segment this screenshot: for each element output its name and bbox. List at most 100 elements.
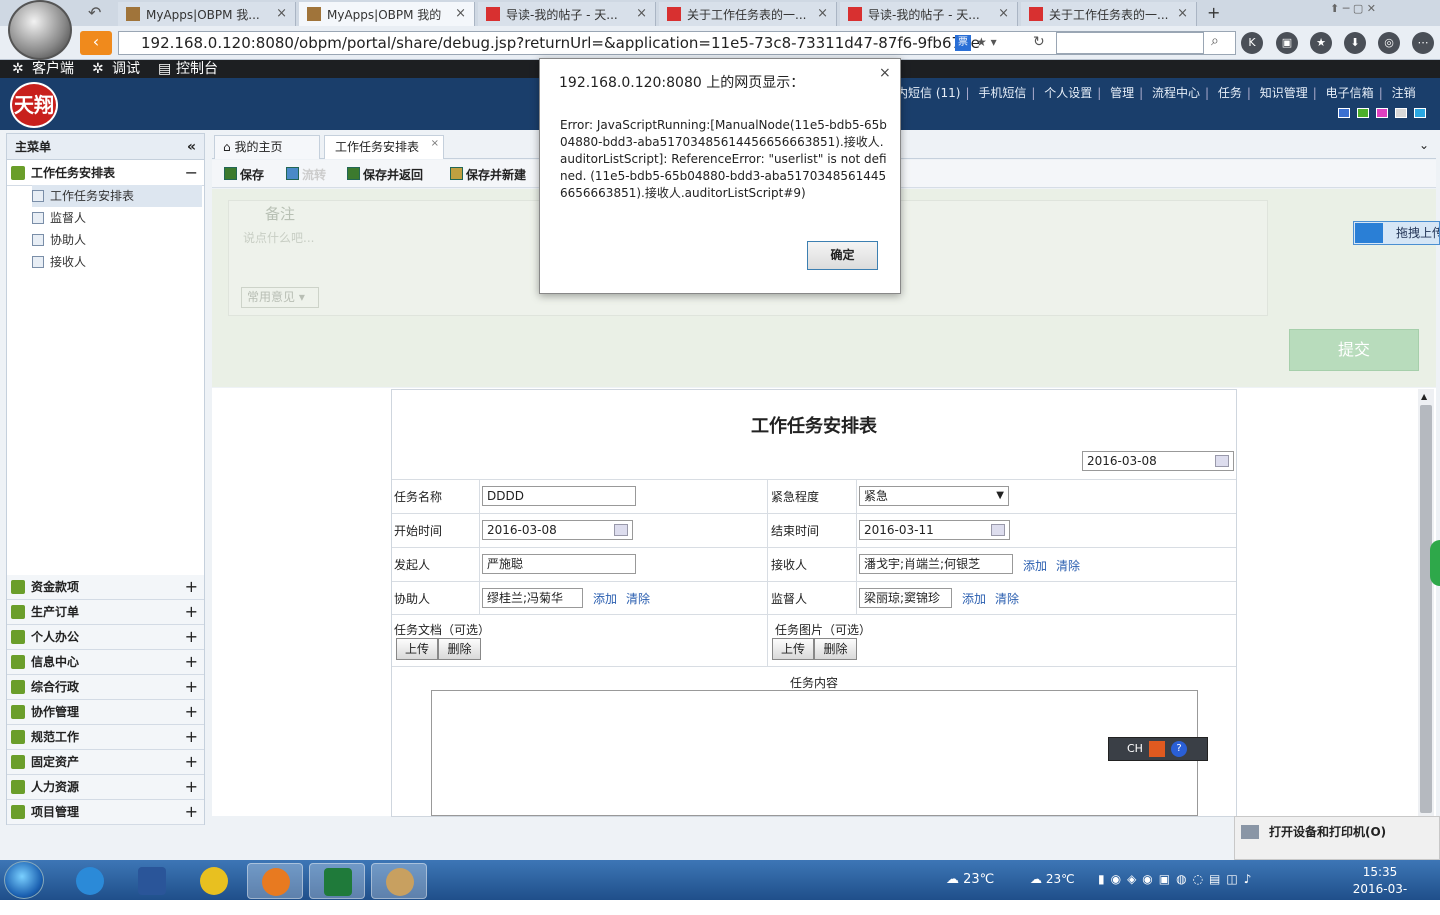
word-icon[interactable] [124, 863, 180, 899]
minus-icon[interactable]: − [185, 161, 198, 185]
sidebar-group-personal[interactable]: 个人办公 + [7, 625, 204, 650]
calendar-icon[interactable] [991, 524, 1005, 536]
start-date-input[interactable]: 2016-03-08 [482, 520, 633, 540]
ok-button[interactable]: 确定 [807, 241, 878, 270]
supervisor-clear-link[interactable]: 清除 [995, 590, 1019, 607]
refresh-icon[interactable]: ↻ [1033, 34, 1045, 50]
search-icon[interactable]: ⌕ [1211, 33, 1219, 49]
supervisor-input[interactable]: 梁丽琼;窦锦珍 [859, 588, 952, 608]
img-upload-button[interactable]: 上传 [772, 638, 814, 660]
sidebar-group-projects[interactable]: 项目管理 + [7, 800, 204, 825]
plus-icon[interactable]: + [185, 750, 198, 774]
nav-mailbox[interactable]: 电子信箱 [1326, 86, 1374, 100]
sidebar-item-receiver[interactable]: 接收人 [32, 251, 86, 273]
sidebar-group-info[interactable]: 信息中心 + [7, 650, 204, 675]
form-date-field[interactable]: 2016-03-08 [1082, 451, 1234, 471]
client-label[interactable]: 客户端 [32, 60, 74, 78]
submit-button[interactable]: 提交 [1289, 329, 1419, 371]
download-icon[interactable]: ⬇ [1344, 32, 1366, 54]
close-tab-icon[interactable]: × [1177, 6, 1188, 21]
nav-workflow[interactable]: 流程中心 [1152, 86, 1200, 100]
assistant-input[interactable]: 缪桂兰;冯菊华 [482, 588, 583, 608]
sidebar-group-hr[interactable]: 人力资源 + [7, 775, 204, 800]
doc-delete-button[interactable]: 删除 [438, 638, 481, 660]
side-widget[interactable] [1430, 540, 1440, 586]
close-tab-icon[interactable]: × [276, 6, 287, 21]
nav-logout[interactable]: 注销 [1392, 86, 1416, 100]
sidebar-group-standard[interactable]: 规范工作 + [7, 725, 204, 750]
paint-icon[interactable] [371, 863, 427, 899]
nav-knowledge[interactable]: 知识管理 [1260, 86, 1308, 100]
assistant-clear-link[interactable]: 清除 [626, 590, 650, 607]
sidebar-group-admin[interactable]: 综合行政 + [7, 675, 204, 700]
calendar-icon[interactable] [1215, 455, 1229, 467]
scroll-up-icon[interactable]: ▲ [1421, 392, 1427, 401]
browser-tab[interactable]: 关于工作任务表的一... × [659, 2, 837, 26]
nav-sms-inbox[interactable]: 内短信 (11) [896, 86, 960, 100]
chevron-down-icon[interactable]: ⌄ [1419, 138, 1429, 152]
close-tab-icon[interactable]: × [636, 6, 647, 21]
img-delete-button[interactable]: 删除 [814, 638, 857, 660]
browser-tab[interactable]: 导读-我的帖子 - 天... × [478, 2, 656, 26]
urgency-select[interactable]: 紧急 ▼ [859, 486, 1009, 506]
sidebar-item-supervisor[interactable]: 监督人 [32, 207, 86, 229]
sidebar-group-collab[interactable]: 协作管理 + [7, 700, 204, 725]
browser-tab[interactable]: 导读-我的帖子 - 天... × [840, 2, 1018, 26]
close-tab-icon[interactable]: × [455, 6, 466, 21]
sidebar-group-task-schedule[interactable]: 工作任务安排表 − [7, 161, 204, 186]
common-opinion-select[interactable]: 常用意见 ▾ [241, 287, 319, 308]
end-date-input[interactable]: 2016-03-11 [859, 520, 1010, 540]
plus-icon[interactable]: + [185, 600, 198, 624]
sidebar-item-assistant[interactable]: 协助人 [32, 229, 86, 251]
printer-popup[interactable]: 打开设备和打印机(O) [1234, 816, 1440, 860]
back-button[interactable]: ‹ [80, 31, 112, 55]
sidebar-group-assets[interactable]: 固定资产 + [7, 750, 204, 775]
star-icon[interactable]: ★ [1310, 32, 1332, 54]
undo-icon[interactable]: ↶ [88, 3, 101, 22]
game-icon[interactable]: ◎ [1378, 32, 1400, 54]
menu-icon[interactable]: ⋯ [1412, 32, 1434, 54]
sidebar-item-task-schedule[interactable]: 工作任务安排表 [32, 185, 202, 207]
console-icon[interactable]: ▤ [158, 60, 171, 78]
ime-toolbar[interactable]: CH? [1108, 737, 1208, 761]
favorite-icon[interactable]: ★ ▾ [976, 35, 997, 49]
plus-icon[interactable]: + [185, 625, 198, 649]
assistant-add-link[interactable]: 添加 [593, 590, 617, 607]
window-controls[interactable]: ⬆ ─ ▢ ✕ [1330, 2, 1376, 15]
drag-upload-button[interactable]: 拖拽上传 [1353, 221, 1440, 245]
browser-logo-icon[interactable] [8, 0, 72, 60]
save-return-button[interactable]: 保存并返回 [347, 166, 423, 183]
theme-swatch-cyan[interactable] [1414, 108, 1426, 118]
k-icon[interactable]: K [1241, 32, 1263, 54]
ie-icon[interactable] [62, 863, 118, 899]
plus-icon[interactable]: + [185, 575, 198, 599]
plus-icon[interactable]: + [185, 800, 198, 824]
close-tab-icon[interactable]: × [817, 6, 828, 21]
debug-icon[interactable]: ✲ [92, 60, 104, 78]
search-engine-box[interactable] [1056, 32, 1204, 54]
nav-settings[interactable]: 个人设置 [1044, 86, 1092, 100]
console-label[interactable]: 控制台 [176, 60, 218, 78]
save-button[interactable]: 保存 [224, 166, 264, 183]
shield-icon[interactable] [186, 863, 242, 899]
theme-swatch-gray[interactable] [1395, 108, 1407, 118]
nav-tasks[interactable]: 任务 [1218, 86, 1242, 100]
scrollbar-thumb[interactable] [1420, 405, 1432, 813]
close-tab-icon[interactable]: × [998, 6, 1009, 21]
tab-home[interactable]: ⌂ 我的主页 [214, 135, 320, 159]
receiver-input[interactable]: 潘戈宇;肖端兰;何银芝 [859, 554, 1013, 574]
receiver-add-link[interactable]: 添加 [1023, 557, 1047, 574]
initiator-input[interactable]: 严施聪 [482, 554, 636, 574]
close-icon[interactable]: × [879, 65, 891, 81]
sidebar-group-orders[interactable]: 生产订单 + [7, 600, 204, 625]
start-button[interactable] [4, 861, 44, 899]
tab-task-schedule[interactable]: 工作任务安排表 × [324, 135, 444, 159]
new-tab-button[interactable]: + [1207, 3, 1220, 22]
task-content-textarea[interactable] [431, 690, 1198, 816]
browser-tab-active[interactable]: MyApps|OBPM 我的 × [299, 2, 475, 26]
lock-icon[interactable]: ▣ [1276, 32, 1298, 54]
ticket-badge[interactable]: 票 [955, 35, 971, 51]
theme-swatch-pink[interactable] [1376, 108, 1388, 118]
debug-label[interactable]: 调试 [112, 60, 140, 78]
plus-icon[interactable]: + [185, 650, 198, 674]
